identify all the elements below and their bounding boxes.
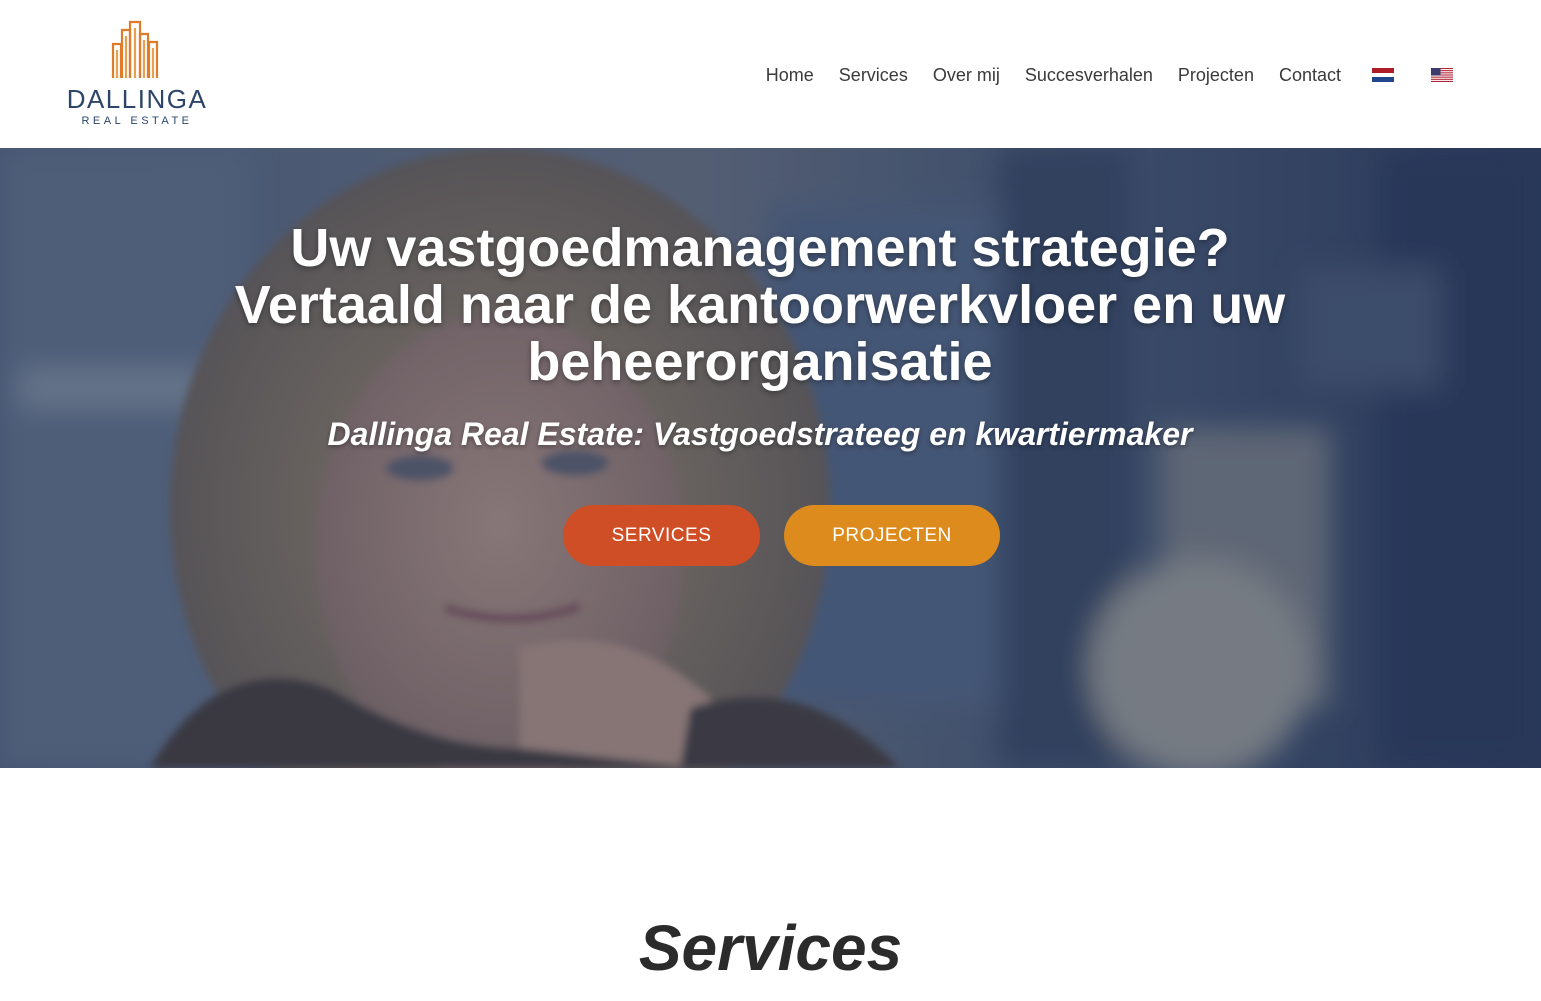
nav-projecten[interactable]: Projecten [1178,65,1254,86]
dutch-flag-icon[interactable] [1372,68,1394,82]
logo-wordmark: DALLINGA [66,84,208,114]
nav-contact[interactable]: Contact [1279,65,1341,86]
dallinga-logo[interactable]: DALLINGA REAL ESTATE [60,20,215,130]
hero-title-line1: Uw vastgoedmanagement strategie? [290,218,1230,278]
main-navigation: Home Services Over mij Succesverhalen Pr… [766,62,1453,88]
site-header: DALLINGA REAL ESTATE Home Services Over … [0,0,1541,148]
projecten-button[interactable]: PROJECTEN [784,505,1000,566]
logo-tagline: REAL ESTATE [81,115,193,127]
nav-services[interactable]: Services [839,65,908,86]
nav-over-mij[interactable]: Over mij [933,65,1000,86]
nav-succesverhalen[interactable]: Succesverhalen [1025,65,1153,86]
nav-home[interactable]: Home [766,65,814,86]
hero-subtitle: Dallinga Real Estate: Vastgoedstrateeg e… [327,416,1193,452]
us-flag-icon[interactable] [1431,68,1453,82]
buildings-logo-icon [111,20,159,78]
services-button[interactable]: SERVICES [563,505,760,566]
hero-title-line2: Vertaald naar de kantoorwerkvloer en uw … [234,275,1286,392]
hero-title: Uw vastgoedmanagement strategie? Vertaal… [170,220,1350,391]
services-section-title: Services [638,912,903,984]
hero-banner: Uw vastgoedmanagement strategie? Vertaal… [0,148,1541,768]
